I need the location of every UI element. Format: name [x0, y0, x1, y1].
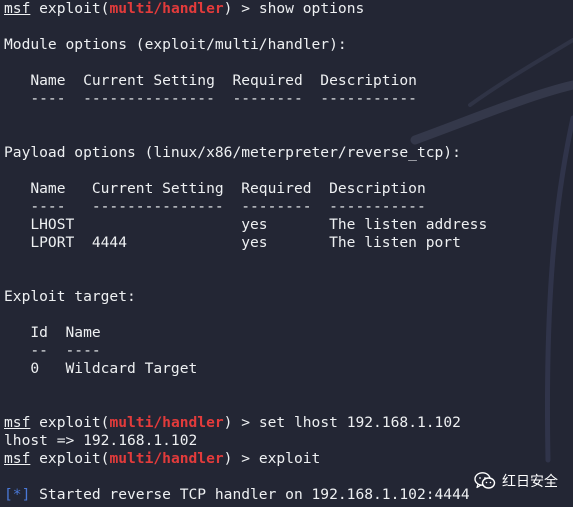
msf-prompt-label: msf	[4, 450, 31, 467]
exploit-target-separator-row: -- ----	[4, 342, 101, 359]
status-line: [*] Started reverse TCP handler on 192.1…	[4, 486, 470, 504]
exploit-target-header-row: Id Name	[4, 324, 101, 341]
prompt-close: ) >	[223, 450, 259, 467]
prompt-exploit-open: exploit(	[30, 450, 110, 467]
status-text: Started reverse TCP handler on 192.168.1…	[30, 486, 470, 503]
exploit-target-heading: Exploit target:	[4, 288, 136, 305]
lhost-output-line: lhost => 192.168.1.102	[4, 432, 198, 449]
payload-option-row: LHOST yes The listen address	[4, 216, 488, 233]
module-options-heading: Module options (exploit/multi/handler):	[4, 36, 347, 53]
payload-options-separator-row: ---- --------------- -------- ----------…	[4, 198, 426, 215]
payload-options-heading: Payload options (linux/x86/meterpreter/r…	[4, 144, 461, 161]
prompt-line-set-lhost: msf exploit(multi/handler) > set lhost 1…	[4, 414, 461, 432]
watermark-text: 红日安全	[502, 474, 558, 490]
msf-prompt-label: msf	[4, 414, 31, 431]
prompt-module-name: multi/handler	[109, 414, 224, 431]
status-marker: [*]	[4, 486, 31, 503]
prompt-module-name: multi/handler	[109, 450, 224, 467]
command-text: show options	[258, 0, 365, 17]
watermark: 红日安全	[474, 470, 558, 492]
terminal-window[interactable]: msf exploit(multi/handler) > show option…	[0, 0, 573, 507]
prompt-module-name: multi/handler	[109, 0, 224, 17]
exploit-target-row: 0 Wildcard Target	[4, 360, 198, 377]
msf-prompt-label: msf	[4, 0, 31, 17]
command-text: set lhost 192.168.1.102	[258, 414, 461, 431]
prompt-close: ) >	[223, 0, 259, 17]
prompt-line-exploit: msf exploit(multi/handler) > exploit	[4, 450, 320, 468]
payload-options-header-row: Name Current Setting Required Descriptio…	[4, 180, 426, 197]
module-options-separator-row: ---- --------------- -------- ----------…	[4, 90, 417, 107]
prompt-exploit-open: exploit(	[30, 0, 110, 17]
command-text: exploit	[258, 450, 321, 467]
prompt-exploit-open: exploit(	[30, 414, 110, 431]
payload-option-row: LPORT 4444 yes The listen port	[4, 234, 461, 251]
wechat-icon	[474, 472, 496, 489]
prompt-line-show-options: msf exploit(multi/handler) > show option…	[4, 0, 364, 18]
prompt-close: ) >	[223, 414, 259, 431]
module-options-header-row: Name Current Setting Required Descriptio…	[4, 72, 417, 89]
